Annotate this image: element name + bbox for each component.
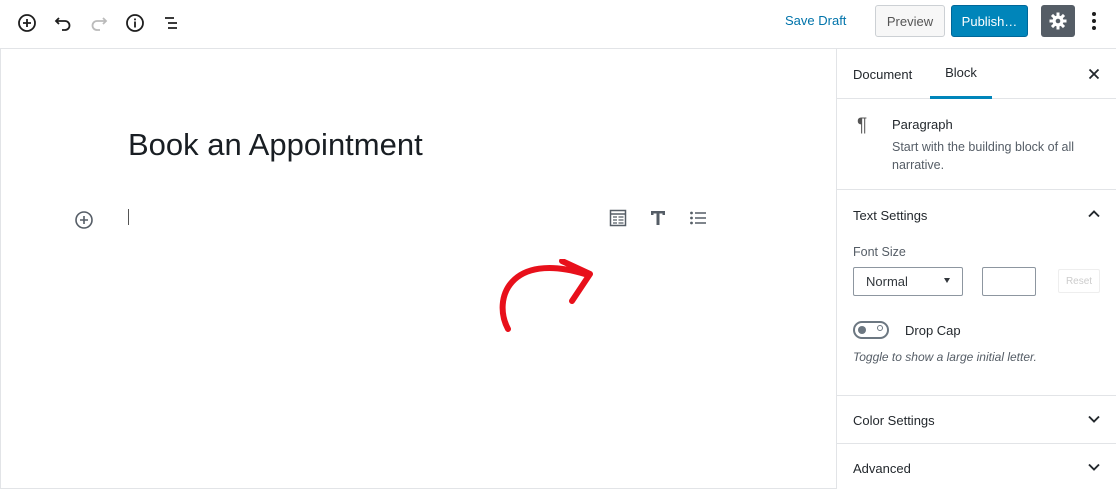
- chevron-up-icon: [1088, 210, 1100, 218]
- form-block-icon[interactable]: [606, 207, 630, 229]
- text-settings-panel-toggle[interactable]: Text Settings: [837, 191, 1116, 239]
- text-caret[interactable]: [128, 209, 129, 225]
- chevron-down-icon: [1088, 415, 1100, 423]
- undo-icon[interactable]: [49, 9, 77, 37]
- settings-button[interactable]: [1041, 5, 1075, 37]
- heading-block-icon[interactable]: [646, 207, 670, 229]
- preview-button[interactable]: Preview: [875, 5, 945, 37]
- drop-cap-help-text: Toggle to show a large initial letter.: [853, 350, 1037, 364]
- select-arrow-icon: [944, 278, 950, 283]
- advanced-panel-toggle[interactable]: Advanced: [837, 444, 1116, 489]
- block-inserter-icon[interactable]: [73, 209, 95, 231]
- font-size-label: Font Size: [853, 245, 906, 259]
- top-toolbar: Save Draft Preview Publish…: [0, 0, 1116, 49]
- color-settings-panel-toggle[interactable]: Color Settings: [837, 396, 1116, 444]
- publish-button[interactable]: Publish…: [951, 5, 1028, 37]
- toggle-knob: [858, 326, 866, 334]
- paragraph-icon: ¶: [857, 115, 868, 136]
- settings-sidebar: Document Block ¶ Paragraph Start with th…: [836, 49, 1116, 489]
- drop-cap-label: Drop Cap: [905, 323, 961, 338]
- redo-icon[interactable]: [85, 9, 113, 37]
- sidebar-tabs: Document Block: [837, 49, 1116, 99]
- custom-font-size-input[interactable]: [982, 267, 1036, 296]
- annotation-arrow-icon: [499, 259, 593, 332]
- close-icon: [1088, 68, 1100, 80]
- text-settings-heading: Text Settings: [853, 207, 928, 223]
- drop-cap-toggle[interactable]: [853, 321, 889, 339]
- post-title[interactable]: Book an Appointment: [128, 127, 423, 163]
- gear-icon: [1049, 12, 1067, 30]
- block-card-description: Start with the building block of all nar…: [892, 140, 1075, 172]
- font-size-select[interactable]: Normal: [853, 267, 963, 296]
- save-draft-button[interactable]: Save Draft: [785, 13, 846, 28]
- add-block-icon[interactable]: [13, 9, 41, 37]
- chevron-down-icon: [1088, 463, 1100, 471]
- info-icon[interactable]: [121, 9, 149, 37]
- tab-block[interactable]: Block: [930, 49, 992, 99]
- reset-font-size-button[interactable]: Reset: [1058, 269, 1100, 293]
- close-sidebar-button[interactable]: [1085, 65, 1103, 83]
- list-block-icon[interactable]: [686, 207, 710, 229]
- color-settings-heading: Color Settings: [853, 412, 935, 428]
- block-card-title: Paragraph: [892, 117, 953, 132]
- toggle-off-indicator-icon: [877, 325, 883, 331]
- block-card: ¶ Paragraph Start with the building bloc…: [837, 99, 1116, 190]
- font-size-select-value: Normal: [866, 274, 908, 289]
- more-menu-button[interactable]: [1084, 7, 1104, 35]
- editor-canvas: Book an Appointment: [0, 49, 836, 489]
- outline-icon[interactable]: [157, 9, 185, 37]
- advanced-heading: Advanced: [853, 460, 911, 476]
- tab-document[interactable]: Document: [853, 49, 912, 99]
- vertical-ellipsis-icon: [1092, 12, 1096, 30]
